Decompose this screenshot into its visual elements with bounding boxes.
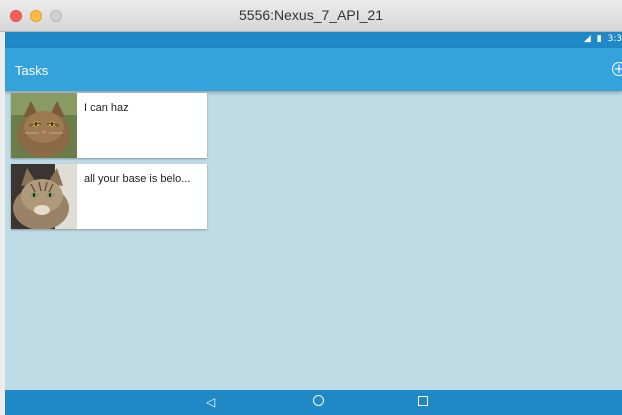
- status-time: 3:3: [607, 34, 622, 44]
- window-title: 5556:Nexus_7_API_21: [239, 7, 383, 23]
- task-card[interactable]: I can haz: [11, 93, 207, 158]
- cat-photo: [11, 164, 77, 229]
- app-bar: Tasks +: [5, 48, 622, 91]
- android-screen: ◢ ▮ 3:3 Tasks + I can haz all your base …: [5, 32, 622, 415]
- status-icons: ◢ ▮ 3:3: [581, 34, 622, 44]
- recent-square-icon: [418, 396, 428, 406]
- add-task-button[interactable]: +: [612, 62, 622, 76]
- signal-icon: ◢: [583, 34, 591, 44]
- recent-apps-button[interactable]: [418, 395, 428, 409]
- nav-bar: ◁: [5, 390, 622, 415]
- battery-icon: ▮: [596, 34, 602, 44]
- window-title-bar: 5556:Nexus_7_API_21: [0, 0, 622, 32]
- app-title: Tasks: [15, 63, 49, 78]
- back-button[interactable]: ◁: [206, 395, 215, 409]
- task-title: all your base is belo...: [84, 173, 191, 185]
- add-circle-icon: +: [613, 62, 622, 77]
- task-card[interactable]: all your base is belo...: [11, 164, 207, 229]
- task-title: I can haz: [84, 102, 129, 114]
- back-triangle-icon: ◁: [206, 395, 216, 409]
- cat-photo: [11, 93, 77, 158]
- home-button[interactable]: [313, 395, 324, 409]
- status-bar: ◢ ▮ 3:3: [5, 32, 622, 48]
- home-circle-icon: [313, 395, 324, 406]
